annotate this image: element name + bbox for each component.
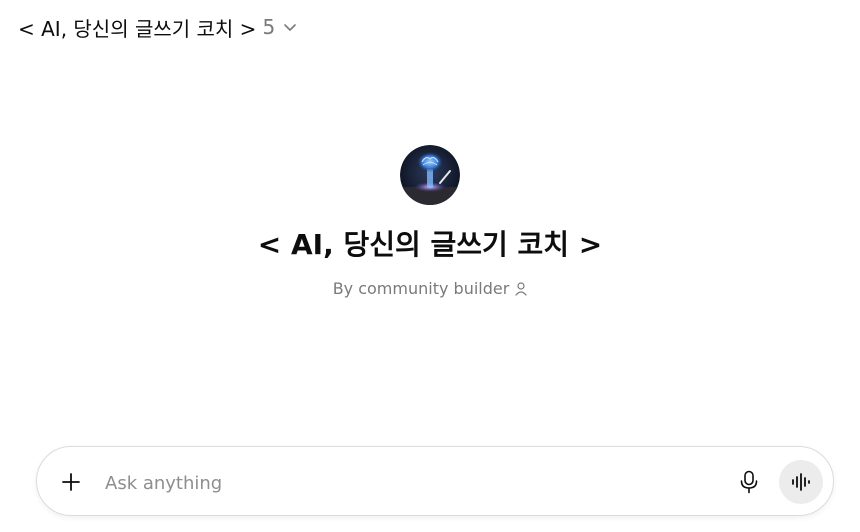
- chevron-down-icon: [284, 24, 296, 31]
- model-selector[interactable]: < AI, 당신의 글쓰기 코치 > 5: [18, 12, 297, 42]
- person-icon: [515, 281, 527, 296]
- gpt-name: < AI, 당신의 글쓰기 코치 >: [257, 228, 603, 261]
- gpt-intro: < AI, 당신의 글쓰기 코치 > By community builder: [0, 145, 860, 298]
- brain-avatar-icon: [400, 145, 460, 205]
- voice-mode-button[interactable]: [779, 460, 823, 504]
- model-version: 5: [262, 15, 276, 39]
- message-composer: [36, 446, 834, 516]
- gpt-avatar: [400, 145, 460, 205]
- gpt-byline: By community builder: [333, 279, 528, 298]
- microphone-icon: [740, 470, 758, 494]
- voice-waveform-icon: [792, 473, 810, 491]
- dictate-button[interactable]: [735, 468, 763, 496]
- attach-button[interactable]: [57, 468, 85, 496]
- prompt-input[interactable]: [103, 467, 707, 499]
- plus-icon: [62, 473, 80, 491]
- chat-title: < AI, 당신의 글쓰기 코치 >: [18, 16, 257, 41]
- byline-text: By community builder: [332, 279, 510, 298]
